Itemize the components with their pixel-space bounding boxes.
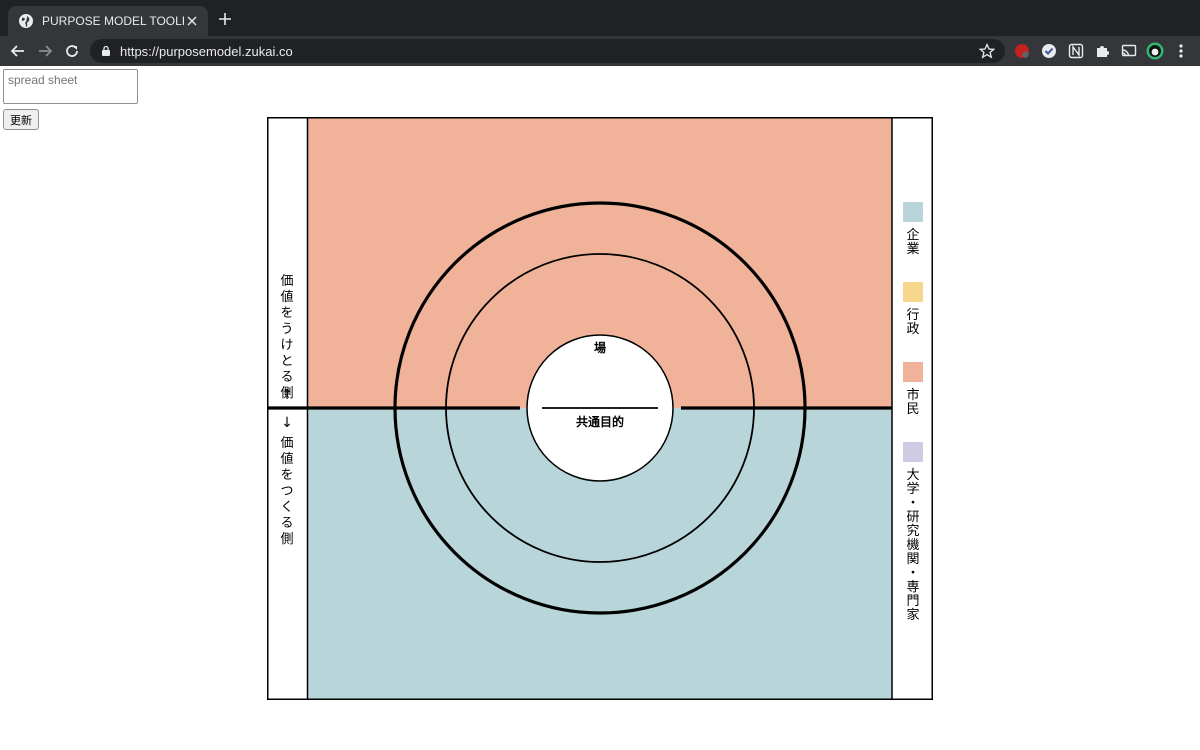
creating-side-label-char: 側 xyxy=(280,532,293,547)
creating-side-label-char: つ xyxy=(280,484,293,499)
legend-swatch xyxy=(903,442,923,462)
legend-label: 市民 xyxy=(906,387,919,417)
extension-red-icon[interactable] xyxy=(1013,42,1031,60)
receiving-side-label-char: と xyxy=(280,354,293,369)
legend-label-char: 大 xyxy=(906,468,919,483)
down-arrow-icon: ↓ xyxy=(281,415,293,431)
new-tab-icon[interactable] xyxy=(216,10,234,28)
legend-label: 行政 xyxy=(906,308,919,337)
puzzle-extensions-icon[interactable] xyxy=(1094,42,1112,60)
legend-label-char: 業 xyxy=(906,241,919,257)
bookmark-star-icon[interactable] xyxy=(979,43,995,59)
url-text: https://purposemodel.zukai.co xyxy=(120,43,293,59)
legend-label-char: 機 xyxy=(906,538,919,553)
reload-icon[interactable] xyxy=(63,42,81,60)
cast-icon[interactable] xyxy=(1120,42,1138,60)
spreadsheet-input[interactable] xyxy=(3,69,138,104)
legend-label-char: ・ xyxy=(906,566,919,581)
globe-icon xyxy=(19,14,33,28)
legend-label-char: 学 xyxy=(906,481,919,497)
browser-toolbar: https://purposemodel.zukai.co xyxy=(0,36,1200,66)
receiving-side-label: 価値をうけとる側 xyxy=(280,274,293,401)
receiving-side-label-char: る xyxy=(280,370,293,385)
legend-label-char: 民 xyxy=(906,402,919,417)
legend-label: 大学・研究機関・専門家 xyxy=(906,468,919,623)
address-bar[interactable]: https://purposemodel.zukai.co xyxy=(90,39,1005,63)
browser-tab-strip: PURPOSE MODEL TOOLKIT xyxy=(0,0,1200,36)
legend-label-char: 関 xyxy=(906,552,919,567)
close-tab-icon[interactable] xyxy=(184,13,200,29)
place-label: 場 xyxy=(594,340,606,355)
legend-label-char: 研 xyxy=(906,510,919,525)
creating-side-label-char: 値 xyxy=(280,451,293,467)
back-arrow-icon[interactable] xyxy=(9,42,27,60)
extension-check-icon[interactable] xyxy=(1040,42,1058,60)
purpose-model-diagram: 場 共通目的 価値をうけとる側 ↑ ↓ 価値をつくる側 企業行政市民大学・研究機関・専… xyxy=(267,117,933,700)
page-content: 更新 場 共通目的 価値をう xyxy=(0,66,1200,750)
browser-tab[interactable]: PURPOSE MODEL TOOLKIT xyxy=(8,6,208,36)
up-arrow-icon: ↑ xyxy=(281,387,293,403)
legend-label-char: 家 xyxy=(906,607,919,623)
purpose-model-canvas: 場 共通目的 価値をうけとる側↑↓価値をつくる側 企業行政市民大学・研究機関・専… xyxy=(267,117,933,700)
creating-side-label-char: く xyxy=(280,500,293,515)
legend-label-char: 市 xyxy=(906,387,919,403)
receiving-side-label-char: 価 xyxy=(280,274,293,289)
browser-menu-icon[interactable] xyxy=(1172,42,1190,60)
profile-avatar-icon[interactable] xyxy=(1146,42,1164,60)
legend-label: 企業 xyxy=(906,227,919,257)
update-button[interactable]: 更新 xyxy=(3,109,39,130)
legend-label-char: 究 xyxy=(906,524,919,539)
legend-label-char: ・ xyxy=(906,496,919,511)
common-purpose-label: 共通目的 xyxy=(576,414,624,429)
forward-arrow-icon[interactable] xyxy=(36,42,54,60)
legend-label-char: 政 xyxy=(906,322,919,337)
legend-label-char: 専 xyxy=(906,580,919,595)
lock-icon xyxy=(102,45,110,56)
legend-swatch xyxy=(903,362,923,382)
receiving-side-label-char: を xyxy=(280,306,293,321)
notion-icon[interactable] xyxy=(1067,42,1085,60)
legend-label-char: 企 xyxy=(906,227,919,243)
receiving-side-label-char: う xyxy=(280,322,293,337)
legend-swatch xyxy=(903,282,923,302)
receiving-side-label-char: 値 xyxy=(280,289,293,305)
creating-side-label-char: を xyxy=(280,468,293,483)
creating-side-label-char: 価 xyxy=(280,436,293,451)
legend-label-char: 行 xyxy=(906,308,919,323)
tab-title: PURPOSE MODEL TOOLKIT xyxy=(42,14,184,28)
creating-side-label: 価値をつくる側 xyxy=(280,436,293,547)
legend-label-char: 門 xyxy=(906,594,919,609)
receiving-side-label-char: け xyxy=(280,338,293,353)
creating-side-label-char: る xyxy=(280,516,293,531)
legend-swatch xyxy=(903,202,923,222)
